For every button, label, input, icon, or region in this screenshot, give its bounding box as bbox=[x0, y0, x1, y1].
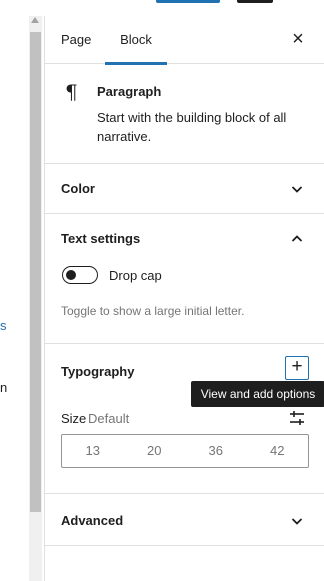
block-description: Start with the building block of all nar… bbox=[97, 110, 287, 144]
close-sidebar-button[interactable]: × bbox=[286, 28, 310, 52]
scrollbar-thumb[interactable] bbox=[30, 32, 41, 512]
drop-cap-toggle[interactable] bbox=[62, 266, 98, 284]
canvas-text-fragment[interactable]: s bbox=[0, 318, 7, 333]
close-icon: × bbox=[292, 28, 304, 50]
font-size-option[interactable]: 20 bbox=[124, 435, 186, 467]
panel-title[interactable]: Text settings bbox=[61, 231, 140, 246]
size-label: Size bbox=[61, 411, 87, 426]
panel-color[interactable]: Color bbox=[45, 164, 324, 214]
panel-advanced[interactable]: Advanced bbox=[45, 494, 324, 546]
chevron-down-icon bbox=[289, 513, 305, 529]
settings-button[interactable] bbox=[237, 0, 273, 3]
panel-text-settings: Text settings Drop cap Toggle to show a … bbox=[45, 214, 324, 344]
font-size-option[interactable]: 13 bbox=[62, 435, 124, 467]
panel-title: Advanced bbox=[61, 513, 124, 528]
toggle-knob bbox=[66, 269, 76, 280]
font-size-option[interactable]: 36 bbox=[185, 435, 247, 467]
size-value: Default bbox=[88, 411, 130, 426]
chevron-down-icon bbox=[289, 181, 305, 197]
panel-title: Color bbox=[61, 181, 95, 196]
typography-options-button[interactable]: + bbox=[285, 356, 309, 380]
plus-icon: + bbox=[291, 356, 303, 377]
panel-title: Typography bbox=[61, 364, 135, 379]
drop-cap-help: Toggle to show a large initial letter. bbox=[61, 304, 245, 318]
drop-cap-label: Drop cap bbox=[109, 268, 162, 283]
font-size-picker: 13 20 36 42 bbox=[61, 434, 309, 468]
settings-sidebar: Page Block × ¶ Paragraph Start with the … bbox=[44, 16, 324, 581]
block-title: Paragraph bbox=[97, 84, 162, 99]
chevron-up-icon[interactable] bbox=[289, 231, 305, 247]
tooltip: View and add options bbox=[191, 381, 324, 407]
pilcrow-icon: ¶ bbox=[65, 80, 78, 104]
font-size-option[interactable]: 42 bbox=[247, 435, 309, 467]
sliders-icon[interactable] bbox=[287, 408, 307, 428]
panel-typography: Typography + View and add options Size D… bbox=[45, 344, 324, 494]
canvas-text-fragment: n bbox=[0, 380, 8, 395]
block-card: ¶ Paragraph Start with the building bloc… bbox=[45, 64, 324, 164]
editor-canvas-edge: s n bbox=[0, 0, 30, 581]
publish-button[interactable] bbox=[156, 0, 220, 3]
scroll-up-arrow[interactable] bbox=[31, 17, 39, 23]
tab-block[interactable]: Block bbox=[105, 16, 167, 65]
sidebar-tabs: Page Block × bbox=[45, 16, 324, 65]
tab-page[interactable]: Page bbox=[61, 16, 91, 64]
